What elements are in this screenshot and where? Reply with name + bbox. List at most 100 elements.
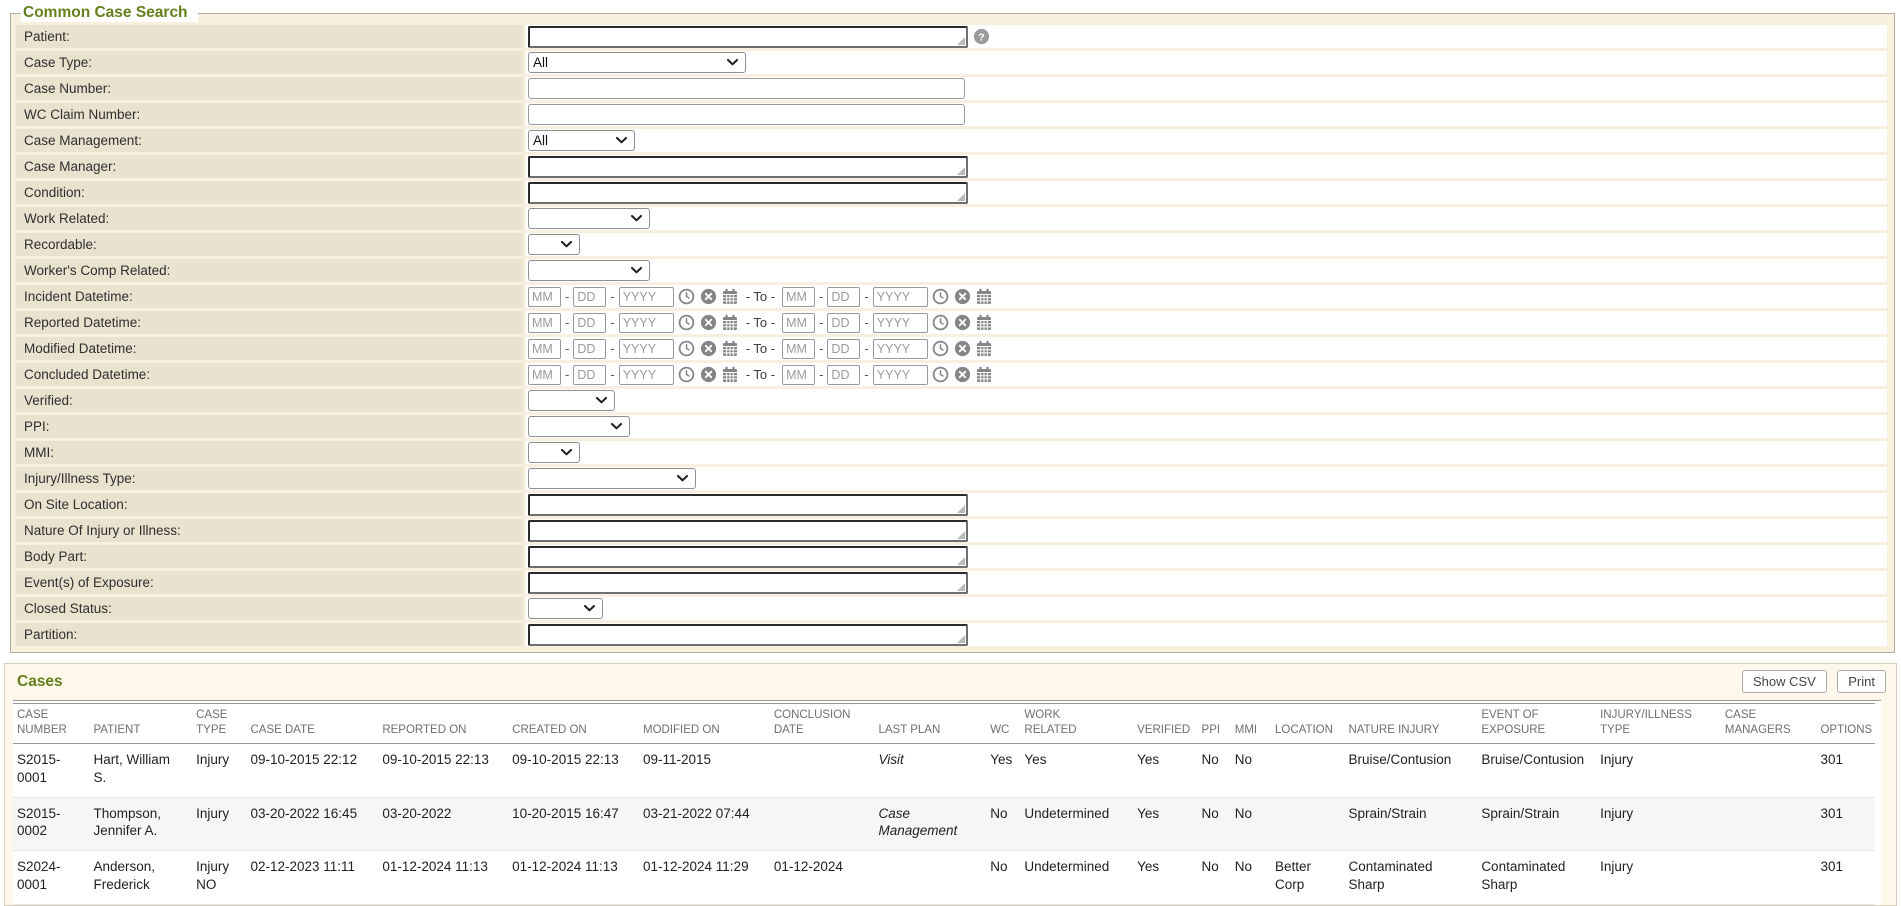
- incident-datetime-from-dd-input[interactable]: [573, 287, 606, 307]
- incident-datetime-from-yyyy-input[interactable]: [619, 287, 674, 307]
- clear-icon[interactable]: [954, 288, 971, 305]
- reported-datetime-to-dd-input[interactable]: [827, 313, 860, 333]
- recordable-select[interactable]: [528, 234, 580, 255]
- cell-location: [1271, 743, 1344, 797]
- patient-textarea[interactable]: [528, 26, 968, 48]
- cell-wc: Yes: [986, 743, 1020, 797]
- form-row-case-management: Case Management:All: [16, 129, 1887, 152]
- clock-icon[interactable]: [932, 366, 949, 383]
- field-label-case-management: Case Management:: [16, 129, 523, 152]
- case-type-select[interactable]: All: [528, 52, 746, 73]
- field-cell-ppi: [526, 415, 1887, 438]
- concluded-datetime-from-dd-input[interactable]: [573, 365, 606, 385]
- concluded-datetime-from-yyyy-input[interactable]: [619, 365, 674, 385]
- reported-datetime-from-dd-input[interactable]: [573, 313, 606, 333]
- chevron-down-icon: [631, 267, 642, 274]
- chevron-down-icon: [561, 241, 572, 248]
- column-header-case-type: CASE TYPE: [192, 704, 246, 744]
- date-separator: -: [565, 341, 569, 356]
- clear-icon[interactable]: [700, 314, 717, 331]
- case-row-S2024-0001: S2024-0001Anderson, FrederickInjury NO02…: [13, 851, 1875, 905]
- worker-s-comp-related-select[interactable]: [528, 260, 650, 281]
- event-s-of-exposure-textarea[interactable]: [528, 572, 968, 594]
- clock-icon[interactable]: [678, 314, 695, 331]
- case-management-select[interactable]: All: [528, 130, 635, 151]
- clear-icon[interactable]: [700, 340, 717, 357]
- clear-icon[interactable]: [700, 366, 717, 383]
- reported-datetime-to-mm-input[interactable]: [782, 313, 815, 333]
- case-manager-textarea[interactable]: [528, 156, 968, 178]
- date-separator: -: [610, 315, 614, 330]
- modified-datetime-from-yyyy-input[interactable]: [619, 339, 674, 359]
- clear-icon[interactable]: [954, 340, 971, 357]
- field-label-verified: Verified:: [16, 389, 523, 412]
- incident-datetime-to-dd-input[interactable]: [827, 287, 860, 307]
- closed-status-select[interactable]: [528, 598, 603, 619]
- modified-datetime-to-dd-input[interactable]: [827, 339, 860, 359]
- incident-datetime-from-mm-input[interactable]: [528, 287, 561, 307]
- form-row-verified: Verified:: [16, 389, 1887, 412]
- body-part-textarea[interactable]: [528, 546, 968, 568]
- partition-textarea[interactable]: [528, 624, 968, 646]
- column-header-verified: VERIFIED: [1133, 704, 1197, 744]
- reported-datetime-to-yyyy-input[interactable]: [873, 313, 928, 333]
- print-button[interactable]: Print: [1837, 670, 1886, 693]
- verified-select[interactable]: [528, 390, 615, 411]
- work-related-select[interactable]: [528, 208, 650, 229]
- wc-claim-number-input[interactable]: [528, 104, 965, 125]
- calendar-icon[interactable]: [976, 288, 992, 305]
- form-row-mmi: MMI:: [16, 441, 1887, 464]
- mmi-select[interactable]: [528, 442, 580, 463]
- form-row-event-s-of-exposure: Event(s) of Exposure:: [16, 571, 1887, 594]
- case-number-input[interactable]: [528, 78, 965, 99]
- help-icon[interactable]: ?: [973, 28, 990, 45]
- field-cell-reported-datetime: --- To ---: [526, 311, 1887, 334]
- field-cell-worker-s-comp-related: [526, 259, 1887, 282]
- nature-of-injury-or-illness-textarea[interactable]: [528, 520, 968, 542]
- form-row-body-part: Body Part:: [16, 545, 1887, 568]
- modified-datetime-to-yyyy-input[interactable]: [873, 339, 928, 359]
- calendar-icon[interactable]: [722, 340, 738, 357]
- field-cell-patient: ?: [526, 25, 1887, 48]
- clock-icon[interactable]: [932, 288, 949, 305]
- calendar-icon[interactable]: [722, 314, 738, 331]
- clear-icon[interactable]: [954, 314, 971, 331]
- condition-textarea[interactable]: [528, 182, 968, 204]
- concluded-datetime-to-dd-input[interactable]: [827, 365, 860, 385]
- clock-icon[interactable]: [932, 340, 949, 357]
- field-cell-nature-of-injury-or-illness: [526, 519, 1887, 542]
- calendar-icon[interactable]: [976, 366, 992, 383]
- field-cell-on-site-location: [526, 493, 1887, 516]
- clear-icon[interactable]: [954, 366, 971, 383]
- modified-datetime-to-mm-input[interactable]: [782, 339, 815, 359]
- on-site-location-textarea[interactable]: [528, 494, 968, 516]
- calendar-icon[interactable]: [722, 288, 738, 305]
- column-header-last-plan: LAST PLAN: [874, 704, 986, 744]
- cases-table-body: S2015-0001Hart, William S.Injury09-10-20…: [13, 743, 1875, 904]
- ppi-select[interactable]: [528, 416, 630, 437]
- concluded-datetime-from-mm-input[interactable]: [528, 365, 561, 385]
- clock-icon[interactable]: [678, 366, 695, 383]
- clock-icon[interactable]: [678, 288, 695, 305]
- clock-icon[interactable]: [932, 314, 949, 331]
- clock-icon[interactable]: [678, 340, 695, 357]
- incident-datetime-to-yyyy-input[interactable]: [873, 287, 928, 307]
- incident-datetime-to-mm-input[interactable]: [782, 287, 815, 307]
- case-type-select-value: All: [533, 55, 548, 70]
- clear-icon[interactable]: [700, 288, 717, 305]
- concluded-datetime-to-yyyy-input[interactable]: [873, 365, 928, 385]
- calendar-icon[interactable]: [722, 366, 738, 383]
- calendar-icon[interactable]: [976, 314, 992, 331]
- reported-datetime-from-mm-input[interactable]: [528, 313, 561, 333]
- cell-reported-on: 09-10-2015 22:13: [378, 743, 508, 797]
- injury-illness-type-select[interactable]: [528, 468, 696, 489]
- concluded-datetime-to-mm-input[interactable]: [782, 365, 815, 385]
- calendar-icon[interactable]: [976, 340, 992, 357]
- show-csv-button[interactable]: Show CSV: [1742, 670, 1827, 693]
- modified-datetime-from-mm-input[interactable]: [528, 339, 561, 359]
- date-range-to-label: - To -: [746, 289, 775, 304]
- chevron-down-icon: [561, 449, 572, 456]
- modified-datetime-from-dd-input[interactable]: [573, 339, 606, 359]
- case-row-S2015-0001: S2015-0001Hart, William S.Injury09-10-20…: [13, 743, 1875, 797]
- reported-datetime-from-yyyy-input[interactable]: [619, 313, 674, 333]
